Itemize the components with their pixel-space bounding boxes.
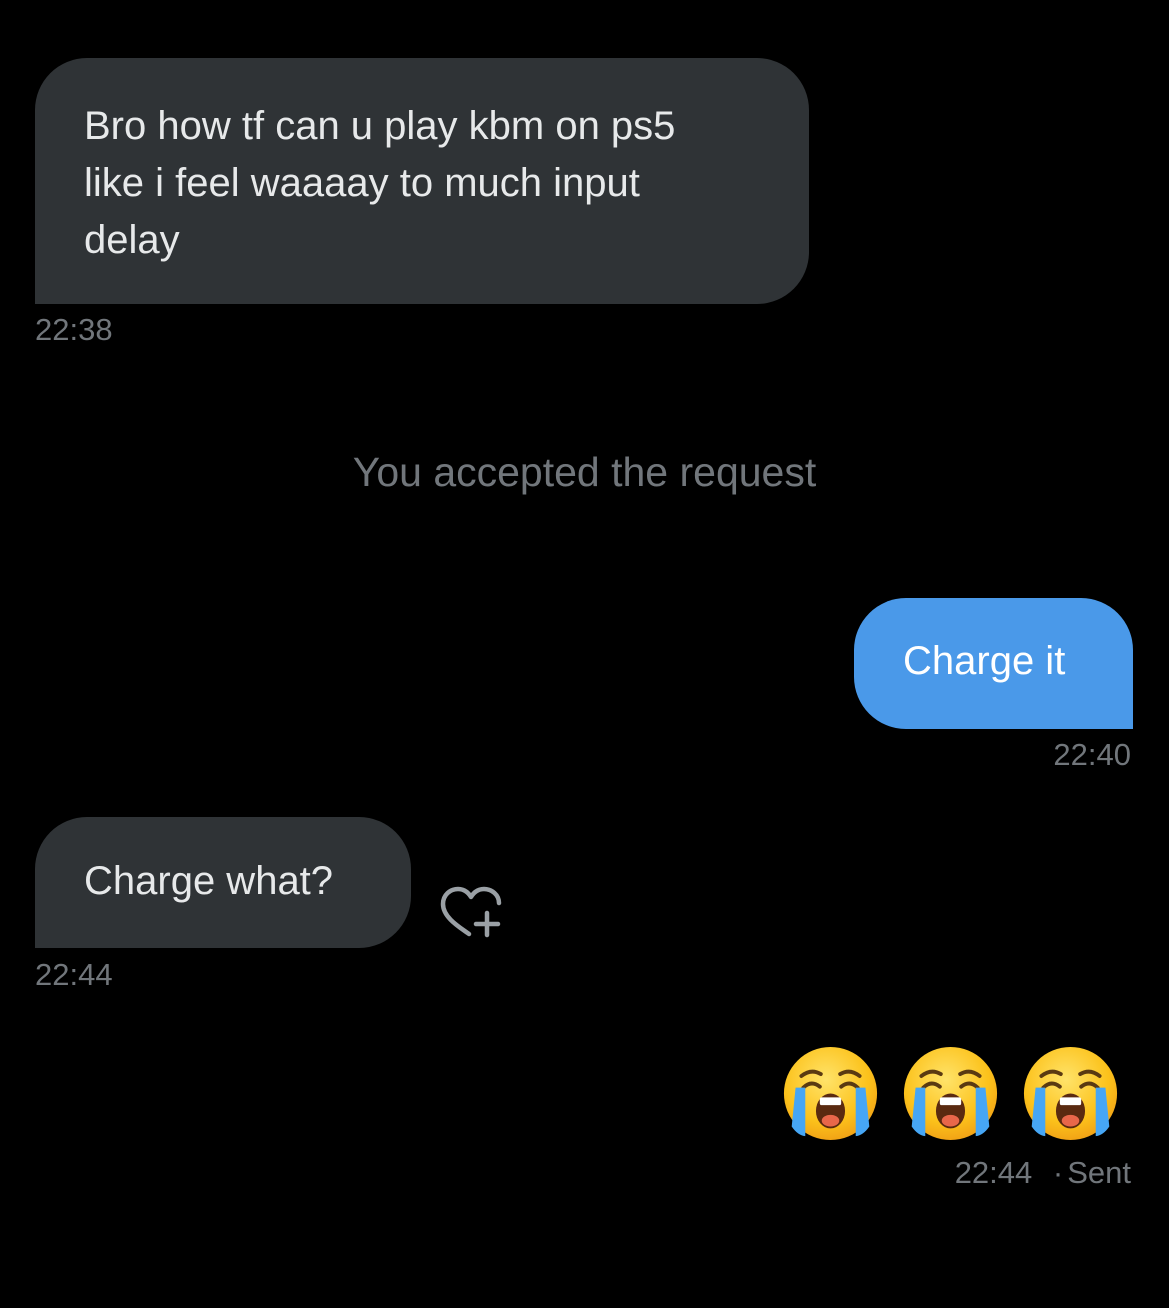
delivery-status: Sent <box>1067 1155 1131 1190</box>
message-text: Bro how tf can u play kbm on ps5 like i … <box>84 104 676 262</box>
incoming-message-bubble[interactable]: Charge what? <box>35 817 411 948</box>
add-reaction-button[interactable] <box>438 884 504 942</box>
outgoing-message-bubble[interactable]: Charge it <box>854 598 1133 729</box>
request-accepted-notice: You accepted the request <box>352 449 817 495</box>
sent-status: 22:44 · Sent <box>955 1155 1131 1191</box>
separator-dot: · <box>1052 1155 1064 1190</box>
message-timestamp: 22:44 <box>954 1155 1033 1190</box>
loudly-crying-face-icon <box>903 1046 998 1141</box>
message-timestamp: 22:40 <box>1053 737 1131 772</box>
heart-plus-icon <box>440 886 502 938</box>
message-text: Charge what? <box>84 859 334 903</box>
message-timestamp: 22:44 <box>35 957 113 992</box>
message-text: Charge it <box>903 639 1066 683</box>
loudly-crying-face-icon <box>783 1046 878 1141</box>
message-timestamp: 22:38 <box>35 312 113 347</box>
loudly-crying-face-icon <box>1023 1046 1118 1141</box>
outgoing-emoji-message[interactable] <box>782 1045 1119 1142</box>
incoming-message-bubble[interactable]: Bro how tf can u play kbm on ps5 like i … <box>35 58 809 304</box>
